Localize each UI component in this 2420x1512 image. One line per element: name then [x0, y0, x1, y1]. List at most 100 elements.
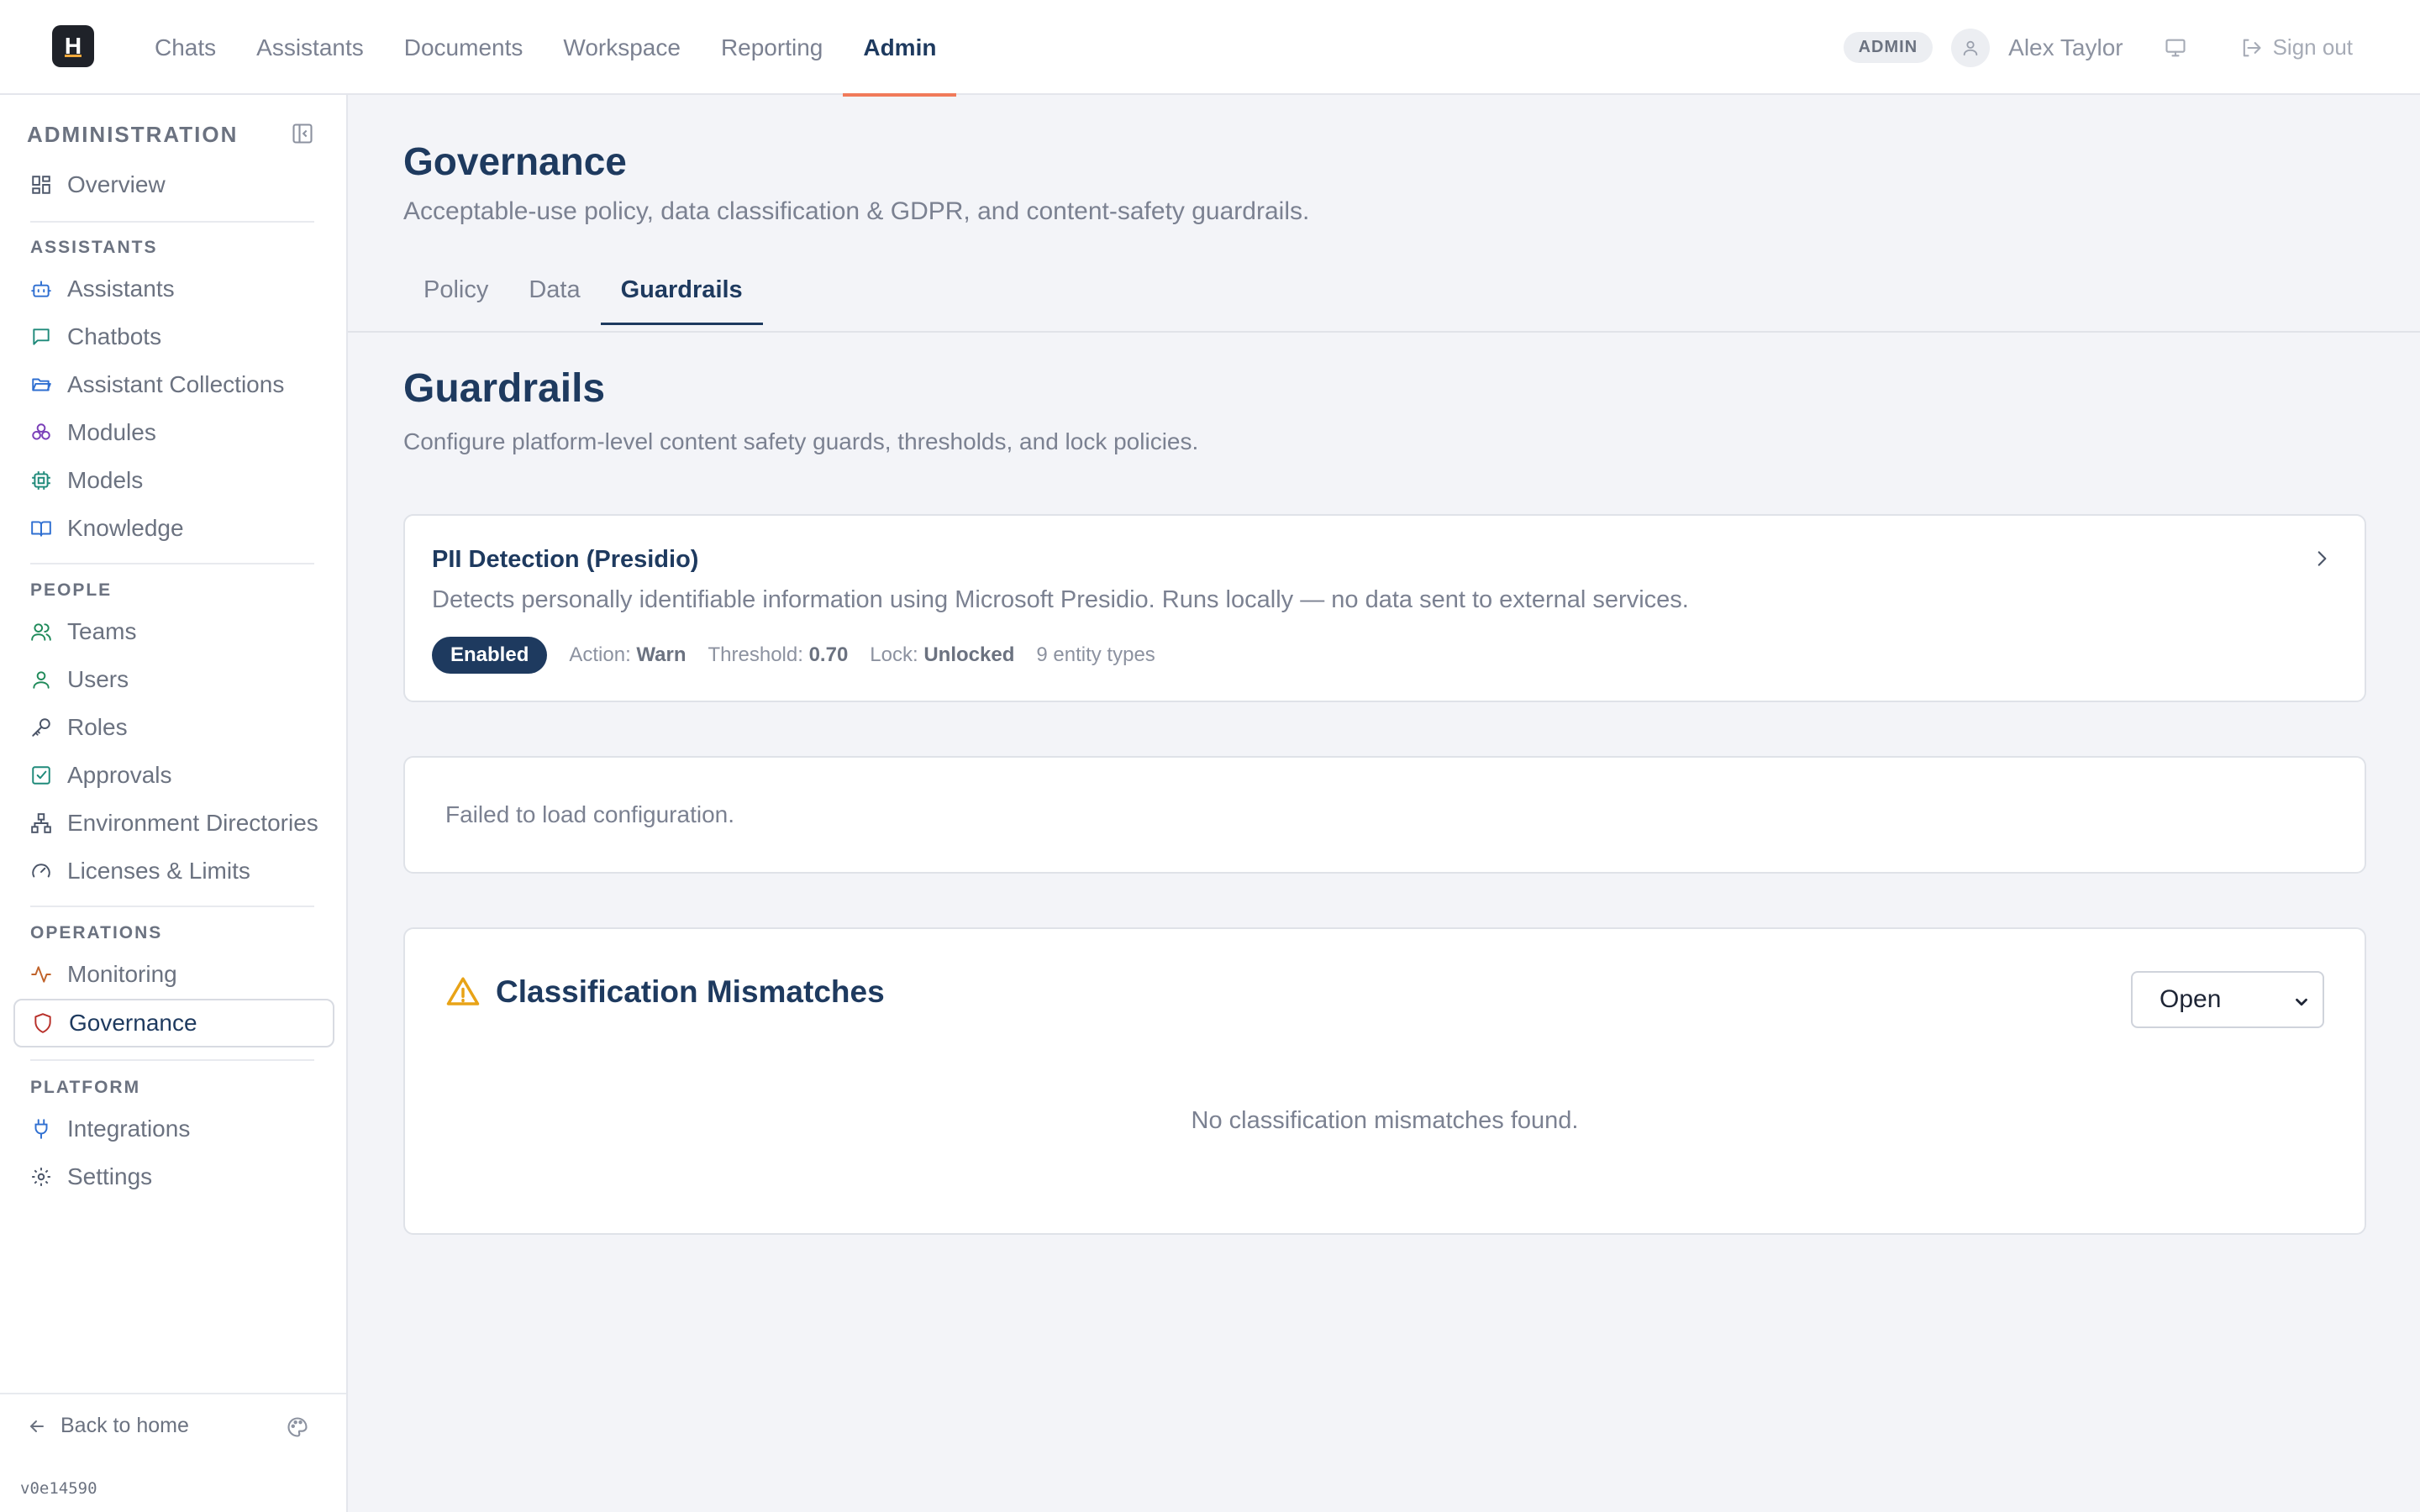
key-icon: [32, 718, 50, 737]
tab-data[interactable]: Data: [508, 255, 600, 325]
app-version: v0e14590: [20, 1479, 97, 1498]
sidebar-item-overview[interactable]: Overview: [13, 160, 334, 209]
gear-icon: [32, 1168, 50, 1186]
sidebar-item-integrations[interactable]: Integrations: [13, 1105, 334, 1153]
app-logo[interactable]: H: [52, 25, 94, 67]
warning-triangle-icon: [446, 977, 480, 1005]
user-name[interactable]: Alex Taylor: [2008, 34, 2123, 61]
tab-guardrails[interactable]: Guardrails: [600, 255, 763, 325]
sidebar-item-assistant-collections[interactable]: Assistant Collections: [13, 360, 334, 409]
lock-label: Lock:: [870, 643, 918, 666]
guard-meta: Enabled Action: Warn Threshold: 0.70 Loc…: [432, 637, 1177, 674]
sidebar-item-users[interactable]: Users: [13, 655, 334, 704]
sidebar-divider: [30, 1059, 314, 1061]
sidebar-item-governance[interactable]: Governance: [13, 999, 334, 1047]
section-assistants: ASSISTANTS: [30, 238, 158, 257]
nav-admin[interactable]: Admin: [843, 0, 957, 97]
sidebar-item-roles[interactable]: Roles: [13, 703, 334, 752]
error-card: Failed to load configuration.: [403, 756, 2366, 874]
sidebar-item-models[interactable]: Models: [13, 456, 334, 505]
folder-open-icon: [32, 378, 51, 391]
check-square-icon: [32, 766, 50, 785]
back-to-home-link[interactable]: Back to home: [27, 1414, 189, 1438]
display-icon[interactable]: [2164, 36, 2187, 60]
threshold-meta: Threshold: 0.70: [708, 643, 849, 667]
message-square-icon: [33, 328, 50, 345]
sidebar-item-label: Chatbots: [67, 323, 162, 349]
error-message: Failed to load configuration.: [445, 801, 734, 827]
nav-chats[interactable]: Chats: [134, 0, 236, 95]
sidebar-item-knowledge[interactable]: Knowledge: [13, 504, 334, 553]
sidebar-item-label: Assistants: [67, 276, 175, 302]
sidebar-item-settings[interactable]: Settings: [13, 1152, 334, 1201]
sidebar-item-monitoring[interactable]: Monitoring: [13, 950, 334, 999]
sidebar-item-label: Roles: [67, 714, 128, 740]
sidebar-item-label: Licenses & Limits: [67, 858, 250, 884]
user-icon: [33, 671, 50, 689]
section-people: PEOPLE: [30, 580, 113, 600]
empty-state: No classification mismatches found.: [1191, 1107, 1579, 1134]
user-icon: [1963, 40, 1978, 55]
sidebar-item-label: Governance: [69, 1010, 197, 1036]
section-title: Guardrails: [403, 366, 606, 411]
bot-icon: [31, 281, 51, 297]
lock-meta: Lock: Unlocked: [870, 643, 1014, 667]
threshold-value: 0.70: [808, 643, 849, 666]
nav-workspace[interactable]: Workspace: [543, 0, 701, 95]
sidebar-item-approvals[interactable]: Approvals: [13, 751, 334, 800]
guard-title: PII Detection (Presidio): [432, 546, 699, 573]
nav-documents[interactable]: Documents: [384, 0, 544, 95]
nav-reporting[interactable]: Reporting: [701, 0, 843, 95]
sidebar-item-environment-directories[interactable]: Environment Directories: [13, 799, 334, 848]
grid-icon: [32, 176, 50, 194]
sidebar-item-licenses[interactable]: Licenses & Limits: [13, 847, 334, 895]
sidebar-item-label: Assistant Collections: [67, 371, 285, 397]
select-value: Open: [2160, 985, 2222, 1013]
sidebar-item-label: Environment Directories: [67, 810, 318, 836]
threshold-label: Threshold:: [708, 643, 803, 666]
sign-out-button[interactable]: Sign out: [2239, 34, 2353, 60]
role-badge: ADMIN: [1843, 32, 1933, 63]
sidebar-divider: [30, 563, 314, 564]
users-icon: [31, 623, 51, 641]
pii-detection-card[interactable]: PII Detection (Presidio) Detects persona…: [403, 514, 2366, 702]
section-platform: PLATFORM: [30, 1078, 141, 1097]
cpu-icon: [32, 471, 50, 490]
sidebar-item-label: Settings: [67, 1163, 153, 1189]
lock-value: Unlocked: [923, 643, 1015, 666]
page-title: Governance: [403, 139, 627, 183]
sidebar-item-label: Approvals: [67, 762, 172, 788]
sidebar-title: ADMINISTRATION: [27, 122, 239, 147]
governance-tabs: Policy Data Guardrails: [403, 255, 763, 325]
mismatches-header: Classification Mismatches: [445, 974, 885, 1010]
gauge-icon: [32, 864, 50, 878]
main-content: Governance Acceptable-use policy, data c…: [348, 95, 2420, 1512]
action-value: Warn: [636, 643, 687, 666]
plug-icon: [34, 1119, 48, 1139]
sidebar-footer-divider: [0, 1393, 346, 1394]
classification-mismatches-card: Classification Mismatches Open No classi…: [403, 927, 2366, 1235]
sidebar-item-teams[interactable]: Teams: [13, 607, 334, 656]
sidebar-item-label: Users: [67, 666, 129, 692]
sidebar-collapse-icon[interactable]: [291, 122, 314, 150]
mismatches-title: Classification Mismatches: [496, 974, 885, 1009]
sidebar-divider: [30, 906, 314, 907]
sign-out-label: Sign out: [2272, 34, 2353, 60]
chevron-right-icon[interactable]: [2311, 548, 2333, 574]
tabs-divider: [348, 331, 2420, 333]
mismatch-status-select[interactable]: Open: [2131, 971, 2324, 1028]
user-avatar[interactable]: [1951, 28, 1991, 67]
top-bar: H Chats Assistants Documents Workspace R…: [0, 0, 2420, 97]
boxes-icon: [32, 423, 50, 440]
sidebar-item-chatbots[interactable]: Chatbots: [13, 312, 334, 361]
tab-policy[interactable]: Policy: [403, 255, 508, 325]
sidebar-item-label: Integrations: [67, 1116, 191, 1142]
nav-assistants[interactable]: Assistants: [236, 0, 384, 95]
sidebar-item-modules[interactable]: Modules: [13, 408, 334, 457]
palette-icon[interactable]: [286, 1415, 309, 1443]
sidebar-item-assistants[interactable]: Assistants: [13, 265, 334, 313]
sidebar-item-label: Teams: [67, 618, 137, 644]
guard-description: Detects personally identifiable informat…: [432, 586, 1689, 613]
chevron-down-icon: [2296, 998, 2307, 1006]
status-badge: Enabled: [432, 637, 548, 674]
